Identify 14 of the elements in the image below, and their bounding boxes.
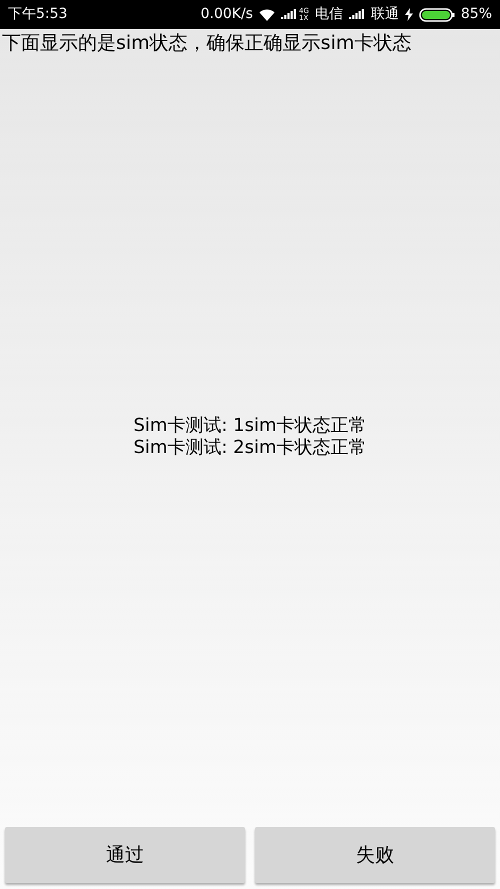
sim-status-text: Sim卡测试: 2sim卡状态正常 (133, 437, 367, 459)
sim-status-text: Sim卡测试: 1sim卡状态正常 (133, 415, 367, 437)
network-speed: 0.00K/s (200, 5, 253, 24)
battery-percent: 85% (460, 5, 492, 24)
action-button[interactable]: 通过 (5, 827, 245, 883)
wifi-icon (258, 8, 275, 20)
signal-icon (280, 9, 297, 20)
status-time: 下午5:53 (8, 5, 68, 24)
action-button[interactable]: 失败 (255, 827, 495, 883)
battery-icon (418, 8, 455, 22)
signal-icon (348, 9, 365, 20)
instruction-text: 下面显示的是sim状态，确保正确显示sim卡状态 (1, 31, 412, 56)
carrier-name: 联通 (370, 5, 399, 24)
carrier-name: 电信 (314, 5, 343, 24)
